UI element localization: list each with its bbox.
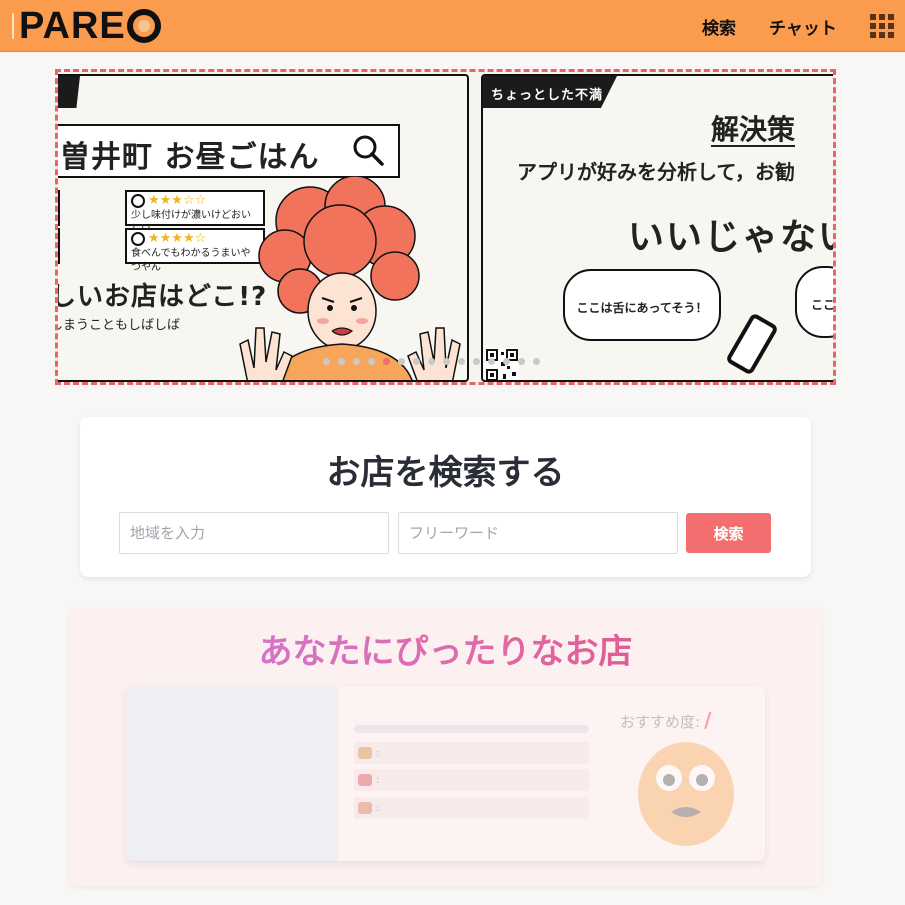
speech-bubble: ここ [795,266,833,338]
search-icon [353,135,384,166]
freeword-input[interactable] [398,512,678,554]
car-icon [358,802,372,814]
logo-text: PARE [19,4,126,47]
carousel-dot[interactable] [503,358,510,365]
carousel-slide-2: ちょっとした不満 解決策 アプリが好みを分析して，お勧 いいじゃない ここは舌に… [481,74,836,382]
grid-menu-icon[interactable] [870,14,894,38]
carousel-dot[interactable] [338,358,345,365]
smartphone-icon [727,314,777,374]
carousel-slide-1: 曽井町 お昼ごはん ! い ★★★☆☆ 少し味付けが濃いけどおいしい ★★★★☆… [55,74,469,382]
nav-chat-link[interactable]: チャット [769,14,837,39]
carousel-dots[interactable] [323,358,540,368]
carousel-dot[interactable] [428,358,435,365]
fork-icon [10,11,16,41]
burger-icon [358,747,372,759]
shop-genre-row: : [354,742,589,764]
area-input[interactable] [119,512,389,554]
review-fragment: い [58,228,60,264]
slide-big-text: いいじゃない [628,217,836,258]
slide-line: アプリが好みを分析して，お勧 [517,160,795,184]
search-card: お店を検索する 検索 [80,417,811,577]
shop-image-placeholder [126,686,338,861]
frustrated-woman-illustration [239,176,461,380]
recommend-score-value: / [704,708,712,732]
carousel-dot[interactable] [383,358,390,365]
recommendation-section: あなたにぴったりなお店 : : : おすすめ度: / [69,608,822,886]
slide-search-text: 曽井町 お昼ごはん [60,140,320,175]
carousel-dot[interactable] [368,358,375,365]
search-button[interactable]: 検索 [686,513,771,553]
slide-subtext: しまうこともしばしば [55,318,181,333]
recommendation-title: あなたにぴったりなお店 [69,624,822,673]
user-avatar-icon [131,232,145,246]
shop-access-row: : [354,797,589,819]
map-pin-icon [358,774,372,786]
carousel-dot[interactable] [458,358,465,365]
carousel-dot[interactable] [518,358,525,365]
carousel-dot[interactable] [398,358,405,365]
nav-search-link[interactable]: 検索 [702,14,736,39]
carousel-dot[interactable] [323,358,330,365]
recommend-score-label: おすすめ度: [620,713,701,731]
hero-carousel[interactable]: 曽井町 お昼ごはん ! い ★★★☆☆ 少し味付けが濃いけどおいしい ★★★★☆… [55,69,836,385]
carousel-dot[interactable] [443,358,450,365]
slide-tag: ちょっとした不満 [483,76,618,108]
search-title: お店を検索する [326,453,565,493]
shop-name-placeholder [354,725,589,733]
carousel-dot[interactable] [353,358,360,365]
shop-location-row: : [354,769,589,791]
plate-icon [126,9,161,43]
speech-bubble: ここは舌にあってそう！ [563,269,721,341]
recommend-score: おすすめ度: / [620,708,711,732]
app-header: PARE 検索 チャット [0,0,905,52]
carousel-dot[interactable] [413,358,420,365]
mascot-face-icon [638,742,734,846]
recommendation-card[interactable]: : : : おすすめ度: / [126,686,765,861]
slide-title: 解決策 [711,113,796,146]
carousel-dot[interactable] [473,358,480,365]
pareo-logo[interactable]: PARE [10,4,161,47]
review-fragment: ! [58,190,60,226]
user-avatar-icon [131,194,145,208]
carousel-dot[interactable] [488,358,495,365]
carousel-dot[interactable] [533,358,540,365]
slide-search-box: 曽井町 お昼ごはん [58,124,400,178]
slide-corner-tag [58,76,80,108]
